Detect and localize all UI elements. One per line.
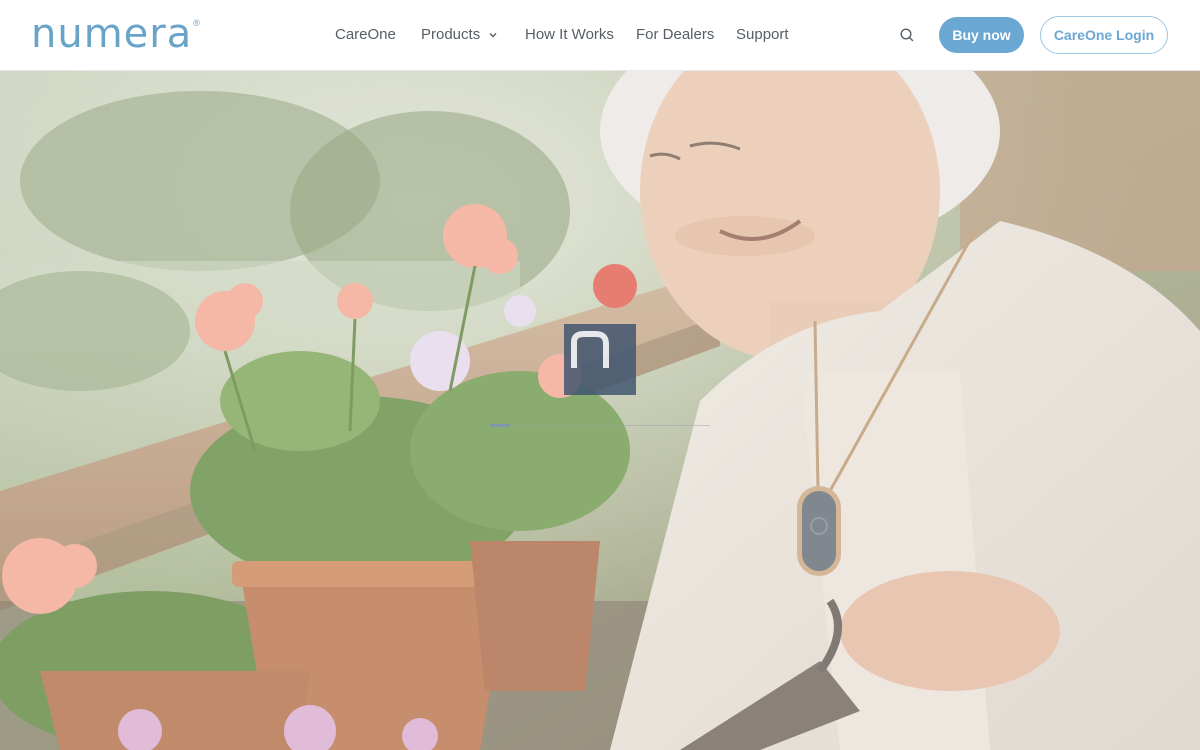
nav-how-it-works[interactable]: How It Works (525, 24, 614, 46)
logo-wordmark: numera (31, 11, 193, 57)
loading-logo-icon (564, 324, 636, 395)
site-header: numera ® CareOne Products How It Works F… (0, 0, 1200, 71)
nav-for-dealers[interactable]: For Dealers (636, 24, 714, 46)
loading-progress-bar (490, 424, 710, 427)
nav-products[interactable]: Products (421, 24, 498, 46)
registered-mark: ® (193, 18, 200, 28)
hero-banner (0, 71, 1200, 750)
hero-haze-overlay (0, 71, 1200, 750)
buy-now-button[interactable]: Buy now (939, 17, 1024, 53)
numera-logo[interactable]: numera ® (31, 14, 200, 54)
nav-support[interactable]: Support (736, 24, 789, 46)
nav-careone[interactable]: CareOne (335, 24, 396, 46)
nav-products-label: Products (421, 26, 481, 43)
search-icon[interactable] (899, 27, 915, 43)
careone-login-button[interactable]: CareOne Login (1040, 16, 1168, 54)
chevron-down-icon (489, 33, 497, 38)
n-monogram-icon (571, 331, 609, 368)
loading-progress-fill (490, 424, 510, 427)
